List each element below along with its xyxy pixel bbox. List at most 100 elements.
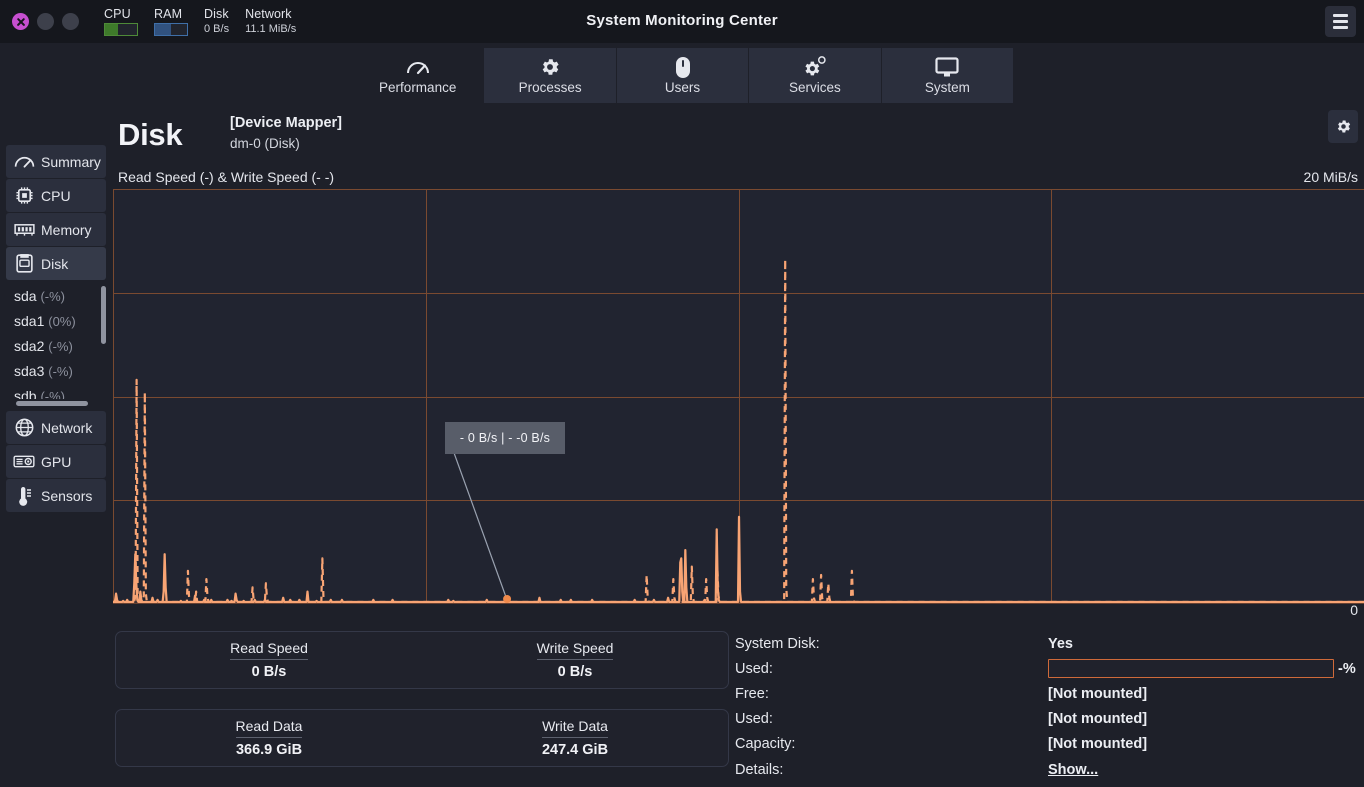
read-data-stat: Read Data 366.9 GiB xyxy=(116,710,422,766)
mouse-icon xyxy=(675,55,691,79)
disk-sub-item-sda1-name: sda1 xyxy=(14,313,45,329)
write-speed-label: Write Speed xyxy=(536,640,614,661)
detail-row-system-disk: System Disk: Yes xyxy=(735,631,1364,656)
disk-sub-item-sdb[interactable]: sdb (-%) xyxy=(14,384,112,399)
read-data-value: 366.9 GiB xyxy=(235,742,303,759)
write-data-stat: Write Data 247.4 GiB xyxy=(422,710,728,766)
tab-processes-label: Processes xyxy=(518,80,582,96)
sidebar-item-summary-label: Summary xyxy=(41,153,101,170)
detail-value-free: [Not mounted] xyxy=(1048,685,1148,702)
write-speed-value: 0 B/s xyxy=(557,664,593,681)
chart-max-label: 20 MiB/s xyxy=(1303,169,1358,185)
sidebar-item-sensors-label: Sensors xyxy=(41,487,93,504)
sidebar-item-gpu-label: GPU xyxy=(41,453,72,470)
disk-sublist: sda (-%) sda1 (0%) sda2 (-%) sda3 (-%) s… xyxy=(0,284,112,399)
read-speed-stat: Read Speed 0 B/s xyxy=(116,632,422,688)
disk-sublist-scrollbar[interactable] xyxy=(101,286,106,344)
disk-sub-item-sdb-name: sdb xyxy=(14,388,37,399)
tab-users[interactable]: Users xyxy=(616,48,750,103)
detail-row-details: Details: Show... xyxy=(735,757,1364,782)
detail-value-capacity: [Not mounted] xyxy=(1048,736,1148,753)
disk-sub-item-sda3[interactable]: sda3 (-%) xyxy=(14,359,112,384)
hamburger-menu-icon[interactable] xyxy=(1325,6,1356,37)
tab-services[interactable]: Services xyxy=(749,48,882,103)
detail-row-capacity: Capacity: [Not mounted] xyxy=(735,732,1364,757)
disk-sub-item-sda2[interactable]: sda2 (-%) xyxy=(14,334,112,359)
content-area: Disk [Device Mapper] dm-0 (Disk) Read Sp… xyxy=(112,103,1364,787)
sidebar-item-summary[interactable]: Summary xyxy=(6,145,106,178)
tab-system-label: System xyxy=(924,80,970,96)
disk-speed-chart[interactable]: - 0 B/s | - -0 B/s xyxy=(113,189,1364,604)
page-title: Disk xyxy=(118,117,183,152)
title-bar: CPU RAM Disk 0 B/s Network 11.1 MiB/s Sy… xyxy=(0,0,1364,43)
speed-card: Read Speed 0 B/s Write Speed 0 B/s xyxy=(115,631,729,689)
disk-sub-item-sda2-pct: (-%) xyxy=(48,339,73,354)
detail-label-details: Details: xyxy=(735,761,784,778)
gears-icon xyxy=(802,55,827,79)
sidebar-item-sensors[interactable]: Sensors xyxy=(6,479,106,512)
gauge-icon xyxy=(406,55,430,79)
detail-row-used: Used: [Not mounted] xyxy=(735,707,1364,732)
data-card: Read Data 366.9 GiB Write Data 247.4 GiB xyxy=(115,709,729,767)
sidebar-item-disk[interactable]: Disk xyxy=(6,247,106,280)
read-speed-label: Read Speed xyxy=(230,640,308,661)
detail-row-free: Free: [Not mounted] xyxy=(735,681,1364,706)
disk-sub-item-sda-name: sda xyxy=(14,288,37,304)
used-progress-label: -% xyxy=(1338,660,1356,677)
disk-details: System Disk: Yes Used: -% Free: [Not mou… xyxy=(735,631,1364,782)
chart-zero-label: 0 xyxy=(1350,602,1358,618)
gpu-card-icon xyxy=(13,452,35,472)
read-speed-value: 0 B/s xyxy=(251,664,287,681)
page-header: Disk [Device Mapper] dm-0 (Disk) xyxy=(112,103,1364,159)
chart-caption: Read Speed (-) & Write Speed (- -) xyxy=(118,169,335,185)
sidebar: Summary CPU Memory Disk sda (-%) sda1 (0… xyxy=(0,145,112,513)
gauge-icon xyxy=(13,152,35,172)
disk-sub-item-sda-pct: (-%) xyxy=(40,289,66,304)
used-progress-bar xyxy=(1048,659,1334,679)
chart-canvas[interactable] xyxy=(113,189,1364,604)
sidebar-item-cpu-label: CPU xyxy=(41,187,71,204)
gear-icon xyxy=(539,55,561,79)
globe-icon xyxy=(13,418,35,438)
detail-label-capacity: Capacity: xyxy=(735,736,796,753)
device-type-label: [Device Mapper] xyxy=(230,115,343,131)
monitor-icon xyxy=(935,55,959,79)
details-show-link[interactable]: Show... xyxy=(1048,762,1098,778)
memory-icon xyxy=(13,220,35,240)
disk-sub-item-sda3-name: sda3 xyxy=(14,363,45,379)
thermometer-icon xyxy=(13,486,35,506)
sidebar-item-memory[interactable]: Memory xyxy=(6,213,106,246)
tab-system[interactable]: System xyxy=(881,48,1014,103)
sidebar-item-cpu[interactable]: CPU xyxy=(6,179,106,212)
window-title: System Monitoring Center xyxy=(586,12,778,29)
detail-row-used-bar: Used: -% xyxy=(735,656,1364,681)
settings-gear-icon[interactable] xyxy=(1328,110,1358,143)
write-speed-stat: Write Speed 0 B/s xyxy=(422,632,728,688)
disk-sub-item-sda3-pct: (-%) xyxy=(48,364,73,379)
sidebar-item-network[interactable]: Network xyxy=(6,411,106,444)
sidebar-item-gpu[interactable]: GPU xyxy=(6,445,106,478)
used-progress-wrap: -% xyxy=(1048,656,1356,681)
tab-processes[interactable]: Processes xyxy=(484,48,617,103)
disk-sub-item-sda1[interactable]: sda1 (0%) xyxy=(14,309,112,334)
disk-sub-item-sda1-pct: (0%) xyxy=(48,314,76,329)
write-data-label: Write Data xyxy=(542,718,608,739)
detail-label-used: Used: xyxy=(735,711,773,728)
sidebar-item-memory-label: Memory xyxy=(41,221,92,238)
main-tabs: Performance Processes Users Services Sys… xyxy=(352,48,1014,103)
write-data-value: 247.4 GiB xyxy=(541,742,609,759)
tab-performance-label: Performance xyxy=(379,80,457,96)
tab-users-label: Users xyxy=(664,80,701,96)
speed-stats: Read Speed 0 B/s Write Speed 0 B/s Read … xyxy=(115,631,729,787)
sidebar-item-disk-label: Disk xyxy=(41,255,69,272)
tab-performance[interactable]: Performance xyxy=(352,48,485,103)
disk-icon xyxy=(13,254,35,274)
disk-sub-item-sda[interactable]: sda (-%) xyxy=(14,284,112,309)
detail-value-system-disk: Yes xyxy=(1048,635,1073,652)
tab-services-label: Services xyxy=(789,80,841,96)
detail-label-free: Free: xyxy=(735,685,769,702)
detail-value-used: [Not mounted] xyxy=(1048,711,1148,728)
detail-label-system-disk: System Disk: xyxy=(735,635,820,652)
disk-sublist-hscrollbar[interactable] xyxy=(16,401,88,406)
sidebar-item-network-label: Network xyxy=(41,419,93,436)
